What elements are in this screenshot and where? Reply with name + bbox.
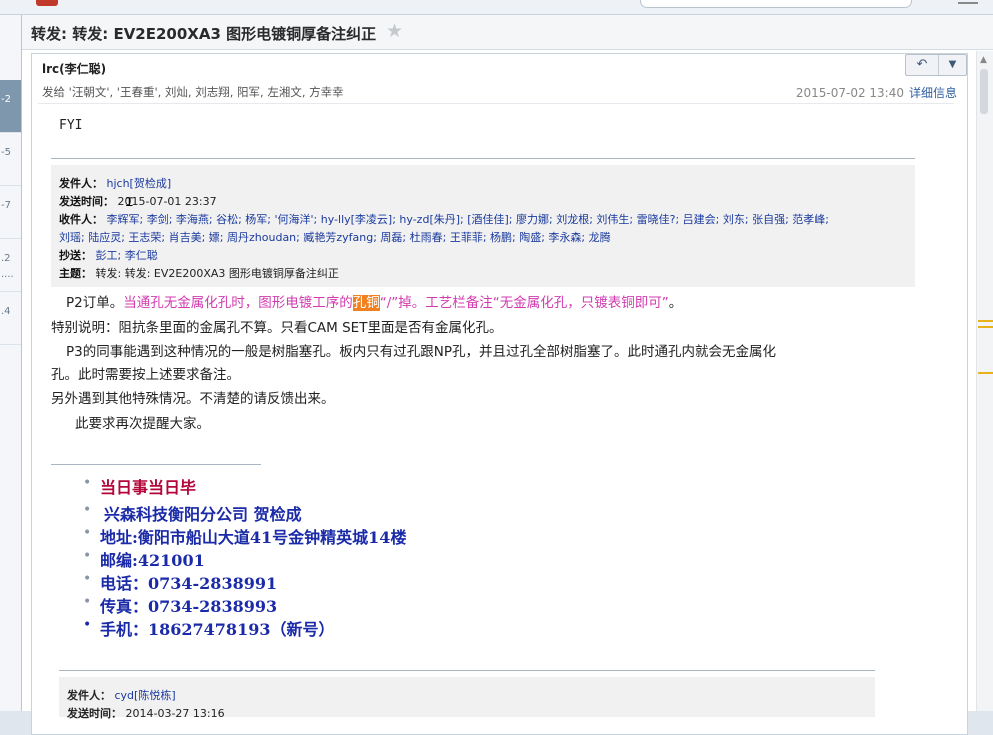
fwd-subject-line: 主题： 转发: 转发: EV2E200XA3 图形电镀铜厚备注纠正 [59,267,339,280]
forwarded-header: 发件人： hjch[贺检成] 发送时间： 2015-07-01 23:37 收件… [51,165,915,287]
star-icon[interactable]: ★ [386,20,403,42]
app-icon[interactable] [36,0,58,6]
signature-company: • 兴森科技衡阳分公司 贺检成 [83,502,302,524]
scroll-marker [978,372,993,374]
scroll-thumb[interactable] [980,69,988,114]
sent-datetime: 2015-07-02 13:40 [795,86,904,100]
scroll-up-icon[interactable]: ▲ [980,55,987,65]
fwd-to-line: 收件人： 李辉军; 李剑; 李海燕; 谷松; 杨军; '何海洋'; hy-lly… [59,213,829,226]
body-paragraph-3b: 孔。此时需要按上述要求备注。 [51,367,240,383]
top-toolbar [0,0,993,15]
vertical-scrollbar[interactable]: ▲ [976,51,993,711]
message-list-pane: -2 -5 -7 .2.... .4 [0,15,22,711]
fwd-from-line: 发件人： hjch[贺检成] [59,177,172,190]
reply-button-group: ↶ ▼ [905,54,967,76]
signature-mobile: • 手机：18627478193（新号） [83,617,335,639]
body-paragraph-1: P2订单。当通孔无金属化孔时，图形电镀工序的孔铜“/”掉。工艺栏备注“无金属化孔… [66,295,683,311]
reading-pane: 转发: 转发: EV2E200XA3 图形电镀铜厚备注纠正 ★ lrc(李仁聪)… [22,15,993,735]
menu-icon[interactable] [958,0,978,4]
email-subject: 转发: 转发: EV2E200XA3 图形电镀铜厚备注纠正 [31,25,377,43]
fwd-sent-line: 发送时间： 2015-07-01 23:37 [59,195,217,208]
signature-address: • 地址:衡阳市船山大道41号金钟精英城14楼 [83,525,407,547]
list-item[interactable]: .2.... [0,239,21,292]
signature-phone: • 电话：0734-2838991 [83,571,278,593]
body-paragraph-3: P3的同事能遇到这种情况的一般是树脂塞孔。板内只有过孔跟NP孔，并且过孔全部树脂… [66,344,776,360]
reply-arrow-icon[interactable]: ↶ [906,55,939,75]
fwd-to-line-2: 刘瑶; 陆应灵; 王志荣; 肖吉美; 嫖; 周丹zhoudan; 臧艳芳zyfa… [59,231,611,244]
divider [38,103,954,104]
subject-bar: 转发: 转发: EV2E200XA3 图形电镀铜厚备注纠正 ★ [22,15,993,50]
divider [51,464,261,465]
search-input[interactable] [640,0,912,8]
chevron-down-icon[interactable]: ▼ [939,55,966,75]
divider [51,158,915,159]
fwd-cc-line: 抄送： 彭工; 李仁聪 [59,249,158,262]
body-paragraph-2: 特别说明：阻抗条里面的金属孔不算。只看CAM SET里面是否有金属化孔。 [51,320,503,336]
forwarded-header-2: 发件人： cyd[陈悦栋] 发送时间： 2014-03-27 13:16 [59,677,875,720]
list-item[interactable]: .4 [0,292,21,345]
message-date: 2015-07-02 13:40 详细信息 [796,84,957,101]
signature-fax: • 传真：0734-2838993 [83,594,278,616]
list-item[interactable]: -5 [0,133,21,186]
body-paragraph-5: 此要求再次提醒大家。 [75,416,210,432]
list-item[interactable]: -7 [0,186,21,239]
signature-motto: • 当日事当日毕 [83,475,197,497]
text-cursor-icon: Ɪ [126,195,133,209]
recipients-line: 发给 '汪朝文', '王春重', 刘灿, 刘志翔, 阳军, 左湘文, 方幸幸 [42,85,344,99]
divider [59,670,875,671]
fwd2-from-line: 发件人： cyd[陈悦栋] [67,689,176,702]
details-link[interactable]: 详细信息 [909,86,957,100]
list-item[interactable]: -2 [0,80,21,133]
body-fyi: FYI [59,118,83,133]
sender-name: lrc(李仁聪) [42,62,107,76]
scroll-marker [978,320,993,322]
message-header: lrc(李仁聪) 发给 '汪朝文', '王春重', 刘灿, 刘志翔, 阳军, 左… [32,54,967,104]
fwd2-sent-line: 发送时间： 2014-03-27 13:16 [67,707,225,720]
body-paragraph-4: 另外遇到其他特殊情况。不清楚的请反馈出来。 [51,391,335,407]
signature-zip: • 邮编:421001 [83,548,205,570]
